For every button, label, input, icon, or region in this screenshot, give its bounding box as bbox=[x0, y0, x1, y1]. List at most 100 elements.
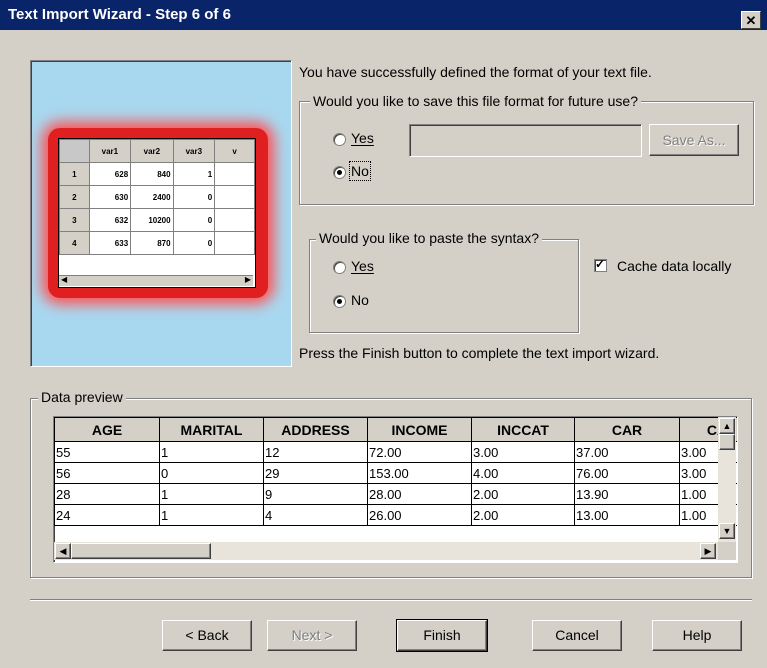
illustration-grid: var1 var2 var3 v 1 628 840 1 2 630 2400 0 3 632 10200… bbox=[58, 138, 256, 288]
intro-text: You have successfully defined the format… bbox=[299, 64, 652, 80]
table-cell: 1 bbox=[159, 441, 264, 463]
illustration-cell bbox=[214, 208, 255, 232]
illustration-cell: 840 bbox=[130, 162, 174, 186]
table-cell: 153.00 bbox=[367, 462, 472, 484]
column-header[interactable]: INCOME bbox=[367, 417, 472, 442]
data-header-row: AGE MARITAL ADDRESS INCOME INCCAT CAR CA bbox=[54, 417, 737, 442]
table-cell: 72.00 bbox=[367, 441, 472, 463]
table-row: 28 1 9 28.00 2.00 13.90 1.00 bbox=[54, 483, 737, 505]
column-header[interactable]: CAR bbox=[574, 417, 680, 442]
arrow-down-icon: ▼ bbox=[722, 526, 732, 536]
table-cell: 2.00 bbox=[471, 483, 575, 505]
scroll-up-button[interactable]: ▲ bbox=[719, 418, 735, 434]
save-as-button[interactable]: Save As... bbox=[649, 124, 739, 156]
illustration-row: 4 633 870 0 bbox=[59, 231, 255, 255]
table-cell: 28 bbox=[54, 483, 160, 505]
illustration-cell bbox=[214, 231, 255, 255]
illustration-col-header: var2 bbox=[130, 139, 174, 163]
scroll-right-button[interactable]: ▶ bbox=[700, 543, 716, 559]
illustration-cell bbox=[214, 185, 255, 209]
table-cell: 37.00 bbox=[574, 441, 680, 463]
cache-checkbox[interactable]: ✓ bbox=[594, 257, 607, 272]
paste-syntax-no-label[interactable]: No bbox=[351, 292, 369, 308]
illustration-scrollbar: ◀ ▶ bbox=[59, 275, 253, 286]
scrollbar-corner bbox=[718, 542, 736, 560]
column-header[interactable]: ADDRESS bbox=[263, 417, 368, 442]
illustration-cell bbox=[214, 162, 255, 186]
vertical-scrollbar[interactable]: ▲ ▼ bbox=[718, 417, 736, 542]
column-header[interactable]: MARITAL bbox=[159, 417, 264, 442]
illustration-col-header: var1 bbox=[88, 139, 132, 163]
column-header[interactable]: INCCAT bbox=[471, 417, 575, 442]
arrow-left-icon: ◀ bbox=[59, 546, 67, 556]
illustration-row-number: 3 bbox=[59, 208, 90, 232]
illustration-cell: 870 bbox=[130, 231, 174, 255]
data-table: AGE MARITAL ADDRESS INCOME INCCAT CAR CA 55 1 12… bbox=[54, 417, 737, 526]
table-row: 56 0 29 153.00 4.00 76.00 3.00 bbox=[54, 462, 737, 484]
radio-selected-dot bbox=[337, 170, 342, 175]
table-cell: 28.00 bbox=[367, 483, 472, 505]
illustration-cell: 10200 bbox=[130, 208, 174, 232]
vertical-scroll-thumb[interactable] bbox=[719, 434, 735, 450]
back-button[interactable]: < Back bbox=[162, 620, 252, 651]
illustration-col-header: v bbox=[214, 139, 255, 163]
save-format-yes-label[interactable]: Yes bbox=[351, 130, 374, 146]
save-format-yes-radio[interactable] bbox=[333, 133, 346, 146]
format-filename-field[interactable] bbox=[409, 124, 642, 157]
illustration-table: var1 var2 var3 v 1 628 840 1 2 630 2400 0 3 632 10200… bbox=[59, 139, 255, 255]
illustration-row-number: 1 bbox=[59, 162, 90, 186]
illustration-cell: 632 bbox=[88, 208, 132, 232]
table-cell: 55 bbox=[54, 441, 160, 463]
table-cell: 0 bbox=[159, 462, 264, 484]
data-preview-grid: AGE MARITAL ADDRESS INCOME INCCAT CAR CA 55 1 12… bbox=[53, 416, 738, 563]
table-cell: 4.00 bbox=[471, 462, 575, 484]
data-preview-legend: Data preview bbox=[38, 389, 126, 405]
illustration-header-row: var1 var2 var3 v bbox=[59, 139, 255, 163]
table-row: 24 1 4 26.00 2.00 13.00 1.00 bbox=[54, 504, 737, 526]
table-cell: 13.90 bbox=[574, 483, 680, 505]
help-button[interactable]: Help bbox=[652, 620, 742, 651]
table-cell: 13.00 bbox=[574, 504, 680, 526]
close-button[interactable]: ✕ bbox=[741, 11, 761, 29]
illustration-col-header: var3 bbox=[172, 139, 216, 163]
checkmark-icon: ✓ bbox=[595, 257, 606, 271]
finish-button[interactable]: Finish bbox=[396, 619, 488, 652]
illustration-cell: 633 bbox=[88, 231, 132, 255]
horizontal-scrollbar[interactable]: ◀ ▶ bbox=[54, 542, 718, 560]
save-format-no-label[interactable]: No bbox=[349, 161, 371, 181]
cancel-button[interactable]: Cancel bbox=[532, 620, 622, 651]
illustration-scroll-left-icon: ◀ bbox=[61, 275, 68, 284]
illustration-cell: 2400 bbox=[130, 185, 174, 209]
paste-syntax-yes-label[interactable]: Yes bbox=[351, 258, 374, 274]
paste-syntax-legend: Would you like to paste the syntax? bbox=[316, 230, 542, 246]
window-title: Text Import Wizard - Step 6 of 6 bbox=[8, 6, 231, 23]
horizontal-scroll-thumb[interactable] bbox=[71, 543, 211, 559]
illustration-cell: 630 bbox=[88, 185, 132, 209]
button-divider bbox=[30, 599, 752, 601]
illustration-row: 3 632 10200 0 bbox=[59, 208, 255, 232]
illustration-cell: 0 bbox=[172, 185, 216, 209]
illustration-scroll-right-icon: ▶ bbox=[244, 275, 251, 284]
table-cell: 29 bbox=[263, 462, 368, 484]
next-button[interactable]: Next > bbox=[267, 620, 357, 651]
cache-label[interactable]: Cache data locally bbox=[617, 258, 731, 274]
column-header[interactable]: AGE bbox=[54, 417, 160, 442]
table-cell: 9 bbox=[263, 483, 368, 505]
finish-instruction-text: Press the Finish button to complete the … bbox=[299, 345, 660, 361]
illustration-row-number: 4 bbox=[59, 231, 90, 255]
table-cell: 1 bbox=[159, 504, 264, 526]
paste-syntax-no-radio[interactable] bbox=[333, 295, 346, 308]
save-format-legend: Would you like to save this file format … bbox=[310, 93, 642, 109]
illustration-cell: 1 bbox=[172, 162, 216, 186]
table-cell: 56 bbox=[54, 462, 160, 484]
table-row: 55 1 12 72.00 3.00 37.00 3.00 bbox=[54, 441, 737, 463]
paste-syntax-group bbox=[309, 239, 579, 333]
scroll-left-button[interactable]: ◀ bbox=[55, 543, 71, 559]
radio-selected-dot bbox=[337, 299, 342, 304]
table-cell: 2.00 bbox=[471, 504, 575, 526]
paste-syntax-yes-radio[interactable] bbox=[333, 261, 346, 274]
arrow-right-icon: ▶ bbox=[704, 546, 712, 556]
scroll-down-button[interactable]: ▼ bbox=[719, 523, 735, 539]
illustration-cell: 0 bbox=[172, 231, 216, 255]
save-format-no-radio[interactable] bbox=[333, 166, 346, 179]
